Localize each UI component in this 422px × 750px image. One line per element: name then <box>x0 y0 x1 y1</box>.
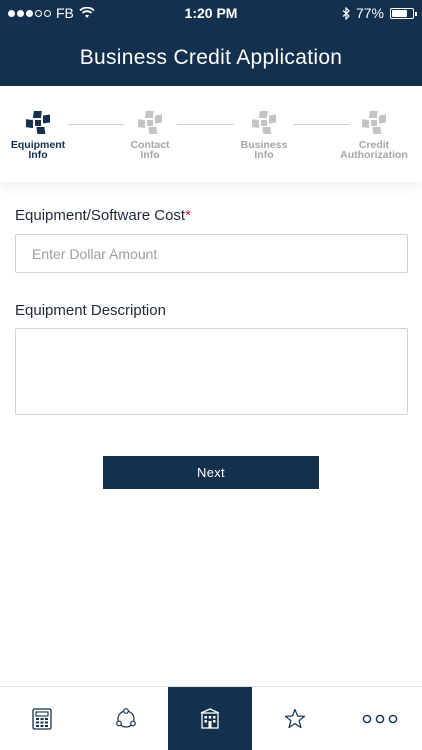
pinwheel-logo-icon <box>252 111 276 134</box>
tab-more[interactable] <box>338 687 422 750</box>
bottom-tab-bar <box>0 686 422 750</box>
step-equipment-info[interactable]: Equipment Info <box>0 110 83 160</box>
step-business-info[interactable]: Business Info <box>219 110 309 160</box>
calculator-icon <box>32 708 52 730</box>
page-title: Business Credit Application <box>79 46 343 69</box>
share-network-icon <box>116 708 136 728</box>
description-field-label: Equipment Description <box>15 302 166 319</box>
step-contact-info[interactable]: Contact Info <box>105 110 195 160</box>
step-label: Contact Info <box>130 139 170 161</box>
bluetooth-icon <box>342 6 350 20</box>
next-button[interactable]: Next <box>103 456 319 489</box>
pinwheel-logo-icon <box>362 111 386 134</box>
pinwheel-logo-icon <box>26 111 50 134</box>
required-marker: * <box>185 207 191 224</box>
status-bar: FB 1:20 PM 77% <box>0 0 422 28</box>
status-right: 77% <box>342 5 417 21</box>
step-label: Business Info <box>240 139 288 161</box>
star-icon <box>284 708 306 729</box>
building-icon <box>200 708 220 729</box>
more-dots-icon <box>362 714 398 724</box>
description-textarea[interactable] <box>15 328 408 415</box>
progress-stepper: Equipment Info Contact Info Business Inf… <box>0 86 422 182</box>
pinwheel-logo-icon <box>138 111 162 134</box>
step-label: Credit Authorization <box>340 139 408 161</box>
battery-icon <box>390 7 417 19</box>
tab-favorites[interactable] <box>253 687 337 750</box>
app-header: FB 1:20 PM 77% Business Credit Applicati… <box>0 0 422 86</box>
battery-percent: 77% <box>355 5 384 21</box>
tab-business[interactable] <box>168 687 252 750</box>
tab-calculator[interactable] <box>0 687 84 750</box>
tab-share[interactable] <box>84 687 168 750</box>
step-label: Equipment Info <box>10 139 66 161</box>
cost-input[interactable] <box>15 234 408 273</box>
cost-field-label: Equipment/Software Cost* <box>15 207 191 224</box>
step-credit-authorization[interactable]: Credit Authorization <box>329 110 419 160</box>
